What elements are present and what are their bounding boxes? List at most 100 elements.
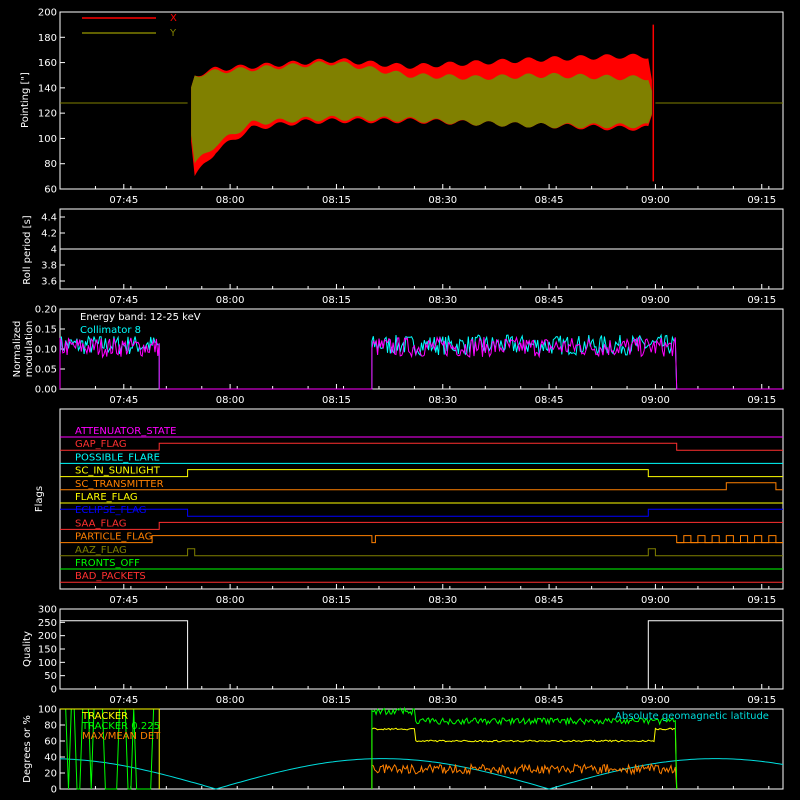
x-tick-label: 08:00: [216, 595, 245, 606]
pointing-ylabel: Pointing ["]: [20, 72, 31, 128]
y-tick-label: 200: [38, 8, 57, 19]
x-tick-label: 08:45: [535, 595, 564, 606]
x-tick-label: 08:15: [322, 295, 351, 306]
quality-ylabel: Quality: [22, 631, 33, 667]
x-tick-label: 08:30: [428, 695, 457, 706]
flag-label: FLARE_FLAG: [75, 492, 138, 503]
y-tick-label: 100: [38, 134, 57, 145]
x-tick-label: 08:45: [535, 395, 564, 406]
x-tick-label: 07:45: [109, 195, 138, 206]
y-tick-label: 3.6: [41, 277, 57, 288]
flag-line: [60, 482, 783, 491]
roll-period-panel: Roll period [s] 3.6 3.8 4 4.2 4.4 07:45 08:00…: [22, 208, 784, 306]
y-tick-label: 50: [44, 671, 57, 682]
x-tick-label: 09:15: [747, 395, 776, 406]
x-tick-label: 08:30: [428, 295, 457, 306]
x-tick-label: 09:00: [641, 395, 670, 406]
quality-line: [60, 620, 783, 690]
flag-label: FRONTS_OFF: [75, 558, 140, 569]
flag-line: [60, 469, 783, 478]
particle-flag-toggling: [676, 535, 783, 544]
y-tick-label: 0: [51, 685, 57, 696]
x-tick-label: 08:15: [322, 695, 351, 706]
x-tick-label: 08:15: [322, 195, 351, 206]
tracker-line: [371, 727, 678, 790]
y-tick-label: 180: [38, 33, 57, 44]
x-tick-label: 07:45: [109, 595, 138, 606]
quality-panel: Quality 0 50 100 150 200 250 300 07:45 08:00 08:…: [22, 605, 784, 706]
y-tick-label: 200: [38, 631, 57, 642]
x-tick-label: 09:15: [747, 195, 776, 206]
y-tick-label: 0.10: [35, 345, 57, 356]
x-tick-label: 08:30: [428, 195, 457, 206]
y-tick-label: 60: [44, 737, 57, 748]
geomag-ylabel: Degrees or %: [22, 715, 33, 783]
y-tick-label: 4.2: [41, 229, 57, 240]
flag-line: [60, 508, 783, 517]
modulation-series-cyan: [59, 333, 783, 390]
flag-line: [60, 442, 783, 451]
hessi-observing-summary-figure: Pointing ["] 6080100120140160180200 07:4…: [12, 8, 784, 796]
pointing-legend: X Y: [82, 13, 177, 39]
legend-max-mean-det: MAX/MEAN DET: [82, 731, 161, 742]
flag-label: SAA_FLAG: [75, 518, 126, 529]
x-tick-label: 09:00: [641, 595, 670, 606]
pointing-y-envelope: [191, 61, 652, 164]
x-tick-label: 08:45: [535, 295, 564, 306]
flag-label: ECLIPSE_FLAG: [75, 505, 146, 516]
x-tick-label: 08:45: [535, 695, 564, 706]
flag-label: ATTENUATOR_STATE: [75, 426, 176, 437]
y-tick-label: 40: [44, 753, 57, 764]
x-tick-label: 08:15: [322, 595, 351, 606]
y-tick-label: 20: [44, 769, 57, 780]
y-tick-label: 160: [38, 58, 57, 69]
energy-band-annotation: Energy band: 12-25 keV: [80, 312, 201, 323]
geomag-latitude-line: [59, 758, 784, 790]
x-tick-label: 08:30: [428, 595, 457, 606]
legend-y-label: Y: [169, 28, 177, 39]
flag-label: GAP_FLAG: [75, 439, 127, 450]
x-tick-label: 08:00: [216, 395, 245, 406]
y-tick-label: 100: [38, 705, 57, 716]
flag-label: PARTICLE_FLAG: [75, 532, 152, 543]
y-tick-label: 150: [38, 645, 57, 656]
x-tick-label: 08:45: [535, 195, 564, 206]
flag-label: BAD_PACKETS: [75, 571, 146, 582]
x-tick-label: 08:00: [216, 195, 245, 206]
x-tick-label: 07:45: [109, 295, 138, 306]
x-tick-label: 07:45: [109, 395, 138, 406]
y-tick-label: 300: [38, 605, 57, 616]
y-tick-label: 0: [51, 785, 57, 796]
y-tick-label: 140: [38, 83, 57, 94]
y-tick-label: 0.15: [35, 325, 57, 336]
flags-panel: Flags 07:45 08:00 08:15 08:30 08:45 09:00 09:1…: [34, 408, 784, 606]
y-tick-label: 250: [38, 618, 57, 629]
legend-x-label: X: [170, 13, 177, 24]
flag-label: SC_IN_SUNLIGHT: [75, 466, 161, 477]
flag-line: [60, 521, 783, 530]
y-tick-label: 0.05: [35, 365, 57, 376]
x-tick-label: 09:00: [641, 695, 670, 706]
y-tick-label: 100: [38, 658, 57, 669]
y-tick-label: 4: [51, 245, 57, 256]
y-tick-label: 60: [44, 185, 57, 196]
flag-label: AAZ_FLAG: [75, 545, 127, 556]
x-tick-label: 09:15: [747, 295, 776, 306]
geomag-panel: Degrees or % 0 20 40 60 80 100 Absolute geoma…: [22, 705, 784, 796]
modulation-panel: Normalizedmodulation 0.00 0.05 0.10 0.15 0.2…: [12, 305, 784, 406]
y-tick-label: 3.8: [41, 261, 57, 272]
x-tick-label: 09:15: [747, 695, 776, 706]
pointing-panel: Pointing ["] 60 80 100 120 140 160 180 200 07:4…: [20, 8, 784, 206]
flag-label: SC_TRANSMITTER: [75, 479, 164, 490]
x-tick-label: 08:00: [216, 295, 245, 306]
geomag-latitude-label: Absolute geomagnetic latitude: [615, 711, 769, 722]
roll-ylabel: Roll period [s]: [22, 215, 33, 284]
flag-line: [60, 535, 783, 544]
x-tick-label: 09:00: [641, 195, 670, 206]
flag-label: POSSIBLE_FLARE: [75, 452, 160, 463]
y-tick-label: 0.20: [35, 305, 57, 316]
collimator-annotation: Collimator 8: [80, 325, 141, 336]
modulation-ylabel: Normalizedmodulation: [12, 321, 35, 378]
x-tick-label: 07:45: [109, 695, 138, 706]
x-tick-label: 08:00: [216, 695, 245, 706]
